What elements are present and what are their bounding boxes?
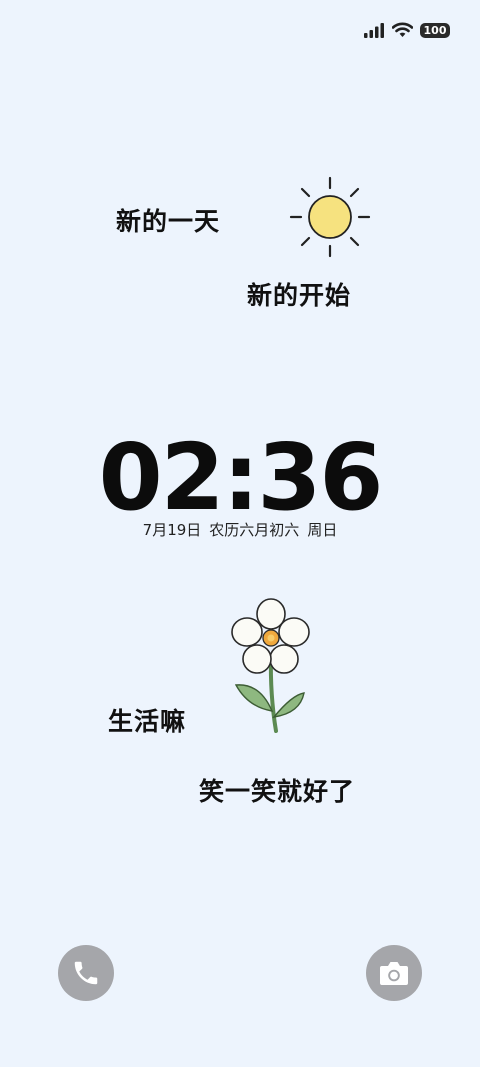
date-row: 7月19日 农历六月初六 周日 xyxy=(0,519,480,540)
quote-line-4: 笑一笑就好了 xyxy=(199,777,356,806)
quote-line-1: 新的一天 xyxy=(116,207,221,236)
quote-line-2: 新的开始 xyxy=(247,281,352,310)
sun-icon xyxy=(289,176,371,258)
date-label: 7月19日 xyxy=(142,521,202,539)
signal-icon xyxy=(364,22,384,38)
phone-icon xyxy=(74,961,98,985)
lock-clock: 02:36 xyxy=(98,424,384,531)
phone-shortcut-button[interactable] xyxy=(58,945,114,1001)
weekday-label: 周日 xyxy=(307,521,338,539)
camera-icon xyxy=(380,962,408,985)
camera-shortcut-button[interactable] xyxy=(366,945,422,1001)
flower-icon xyxy=(231,598,310,733)
battery-indicator: 100 xyxy=(420,22,450,38)
wifi-icon xyxy=(392,22,413,37)
lunar-date-label: 农历六月初六 xyxy=(209,521,300,539)
status-bar: 100 xyxy=(364,22,450,38)
quote-line-3: 生活嘛 xyxy=(108,707,187,736)
